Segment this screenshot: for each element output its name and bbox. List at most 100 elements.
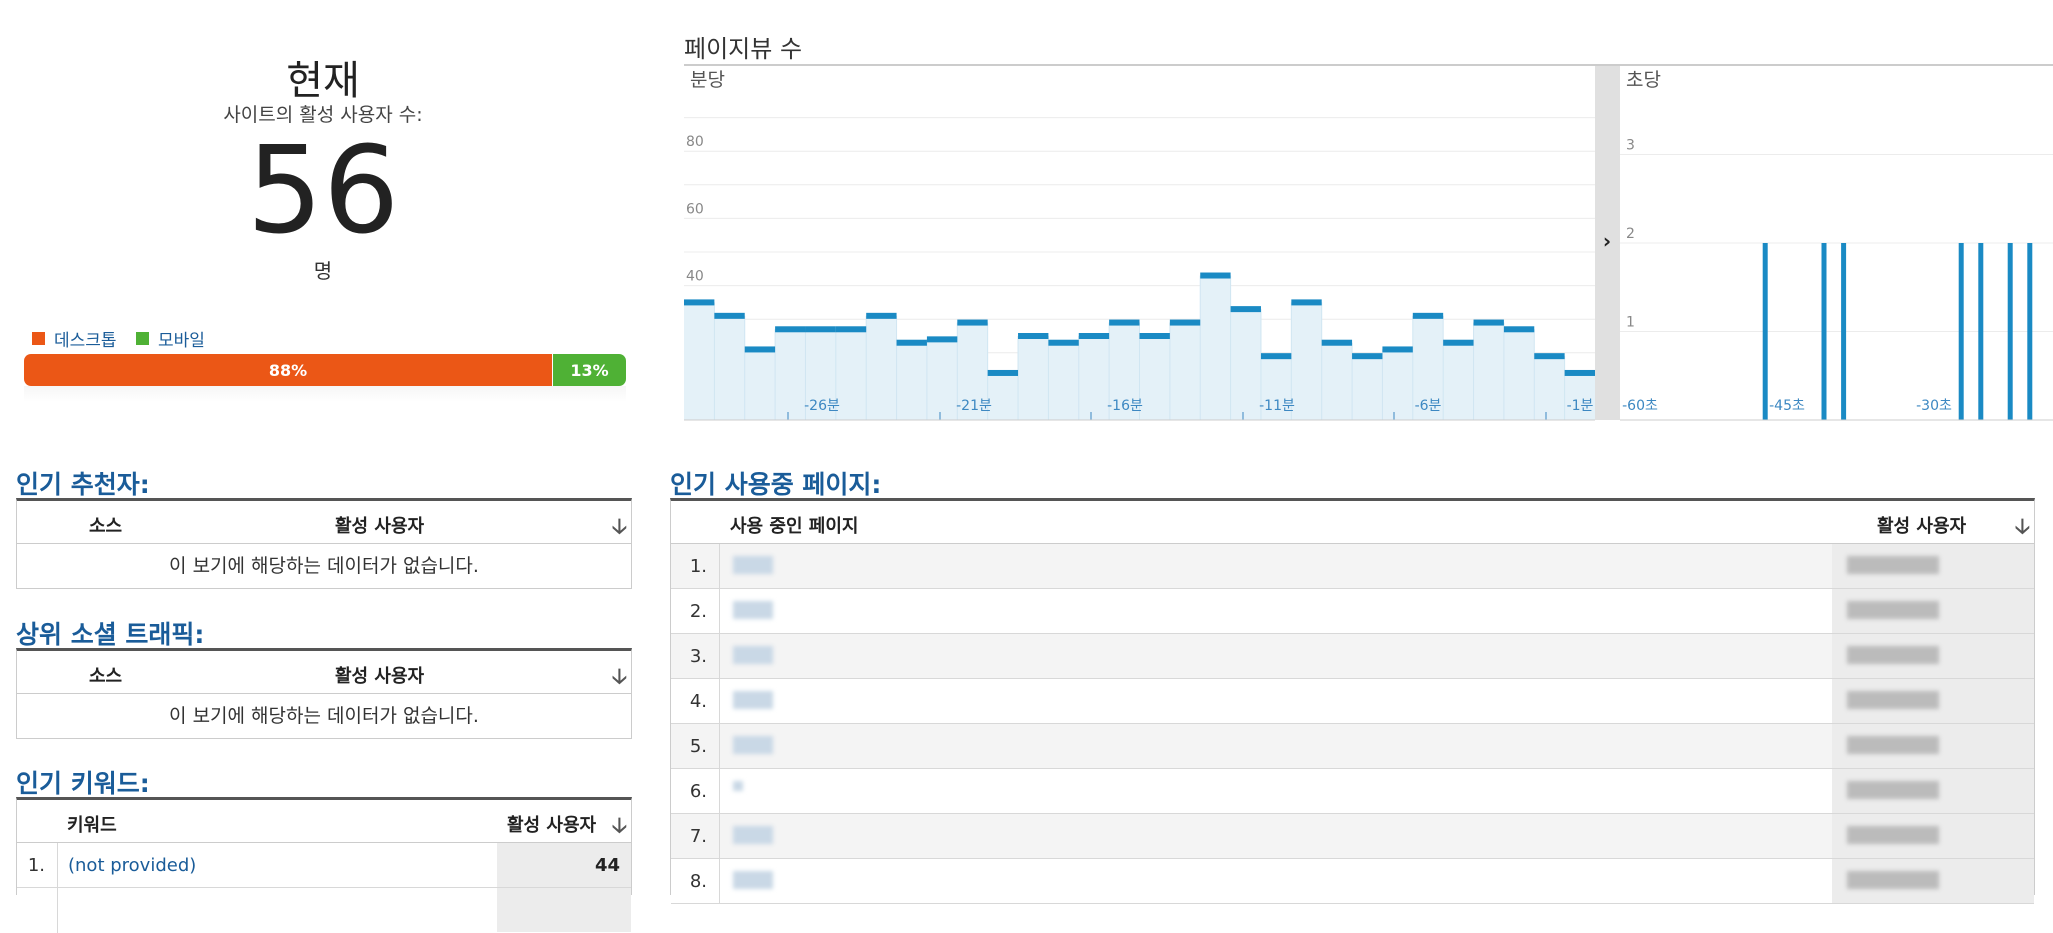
divider [57, 843, 58, 888]
second-bar [2027, 243, 2033, 420]
sort-desc-icon[interactable]: 🡣 [612, 512, 627, 547]
pages-rows: 1. 2. 3. 4. 5. 6. 7. 8. [671, 544, 2034, 904]
col-active-users-header[interactable]: 활성 사용자 [1877, 512, 1966, 538]
row-index: 1. [689, 556, 707, 577]
minute-bar [1352, 353, 1383, 360]
sort-desc-icon[interactable]: 🡣 [612, 662, 627, 697]
divider [719, 634, 720, 679]
minute-bar [714, 312, 745, 319]
y-tick-label: 80 [686, 134, 704, 150]
col-active-users-header[interactable]: 활성 사용자 [335, 662, 424, 688]
minute-bar [957, 319, 988, 326]
x-tick-label: -6분 [1415, 398, 1442, 414]
sort-desc-icon[interactable]: 🡣 [612, 811, 627, 846]
legend-desktop-label: 데스크톱 [54, 331, 117, 351]
page-users-redacted [1847, 736, 1939, 754]
y-tick-label: 40 [686, 269, 704, 285]
minute-bar [1564, 369, 1595, 376]
social-empty-message: 이 보기에 해당하는 데이터가 없습니다. [169, 705, 479, 727]
col-active-users-header[interactable]: 활성 사용자 [335, 512, 424, 538]
row-index: 4. [689, 691, 707, 712]
col-active-users-header[interactable]: 활성 사용자 [507, 811, 596, 837]
col-source-header[interactable]: 소스 [89, 662, 122, 688]
x-tick-label: -45초 [1769, 398, 1805, 414]
page-row[interactable]: 4. [671, 679, 2034, 724]
page-path-redacted[interactable] [733, 646, 773, 664]
keyword-link[interactable]: (not provided) [68, 855, 196, 876]
second-bar [1978, 243, 1984, 420]
page-path-redacted[interactable] [733, 871, 773, 889]
legend-mobile: 모바일 [136, 326, 205, 351]
col-page-header[interactable]: 사용 중인 페이지 [730, 512, 858, 538]
minute-bar [1018, 333, 1049, 339]
keywords-title: 인기 키워드: [16, 769, 150, 798]
page-path-redacted[interactable] [733, 826, 773, 844]
minute-bar [805, 326, 836, 333]
x-tick-label: -11분 [1259, 398, 1295, 414]
desktop-share-bar: 88% [24, 354, 552, 386]
page-row[interactable]: 6. [671, 769, 2034, 814]
row-index: 6. [689, 781, 707, 802]
second-bar [2007, 243, 2013, 420]
referrers-title: 인기 추천자: [16, 470, 150, 499]
mobile-swatch [136, 332, 149, 345]
social-header: 소스 활성 사용자 🡣 [17, 651, 631, 694]
x-tick-label: -16분 [1107, 398, 1143, 414]
page-row[interactable]: 8. [671, 859, 2034, 904]
sort-desc-icon[interactable]: 🡣 [2015, 512, 2030, 547]
page-row[interactable]: 7. [671, 814, 2034, 859]
row-index: 5. [689, 736, 707, 757]
divider [719, 544, 720, 589]
active-users-count: 56 [246, 122, 400, 261]
page-path-redacted[interactable] [733, 601, 773, 619]
y-tick-label: 1 [1626, 315, 1635, 331]
minute-bar [1443, 339, 1474, 346]
page-row[interactable]: 5. [671, 724, 2034, 769]
second-bar [1821, 243, 1827, 420]
minute-bar [1078, 333, 1110, 339]
page-users-redacted [1847, 556, 1939, 574]
page-users-redacted [1847, 691, 1939, 709]
page-path-redacted[interactable] [733, 736, 773, 754]
per-second-label: 초당 [1626, 69, 1661, 91]
keyword-row: 1. (not provided) 44 [17, 843, 631, 888]
page-row[interactable]: 1. [671, 544, 2034, 589]
pageviews-title: 페이지뷰 수 [684, 35, 803, 63]
pageviews-chart: 분당20406080-26분-21분-16분-11분-6분-1분 › 초당123… [684, 64, 2053, 421]
x-tick-label: -21분 [956, 398, 992, 414]
referrers-empty-message: 이 보기에 해당하는 데이터가 없습니다. [169, 555, 479, 577]
divider [719, 814, 720, 859]
pages-header: 사용 중인 페이지 활성 사용자 🡣 [671, 501, 2034, 544]
second-bar [1762, 243, 1768, 420]
minute-bar [1503, 326, 1535, 333]
minute-bar [866, 312, 897, 319]
minute-bar [775, 326, 806, 333]
y-tick-label: 60 [686, 201, 704, 217]
page-path-redacted[interactable] [733, 691, 773, 709]
minute-bar [1260, 353, 1292, 360]
keywords-table: 키워드 활성 사용자 🡣 1. (not provided) 44 [16, 797, 632, 933]
col-source-header[interactable]: 소스 [89, 512, 122, 538]
minute-bar [1382, 346, 1413, 353]
col-keyword-header[interactable]: 키워드 [67, 811, 117, 837]
page-users-redacted [1847, 646, 1939, 664]
row-index: 2. [689, 601, 707, 622]
legend-desktop: 데스크톱 [32, 326, 117, 351]
minute-bar [987, 369, 1019, 376]
per-minute-label: 분당 [690, 69, 725, 91]
page-row[interactable]: 3. [671, 634, 2034, 679]
desktop-swatch [32, 332, 45, 345]
page-path-redacted[interactable] [733, 781, 743, 791]
page-row[interactable]: 2. [671, 589, 2034, 634]
minute-bar [835, 326, 867, 333]
pages-table: 사용 중인 페이지 활성 사용자 🡣 1. 2. 3. 4. 5. 6. 7. 8. [670, 498, 2035, 904]
minute-bar [1048, 339, 1079, 346]
second-bar [1841, 243, 1847, 420]
row-index: 8. [689, 871, 707, 892]
social-table: 소스 활성 사용자 🡣 이 보기에 해당하는 데이터가 없습니다. [16, 648, 632, 739]
chart-toggle[interactable]: › [1595, 66, 1620, 420]
keyword-users: 44 [594, 855, 620, 876]
x-tick-label: -30초 [1916, 398, 1952, 414]
divider [719, 589, 720, 634]
page-path-redacted[interactable] [733, 556, 773, 574]
